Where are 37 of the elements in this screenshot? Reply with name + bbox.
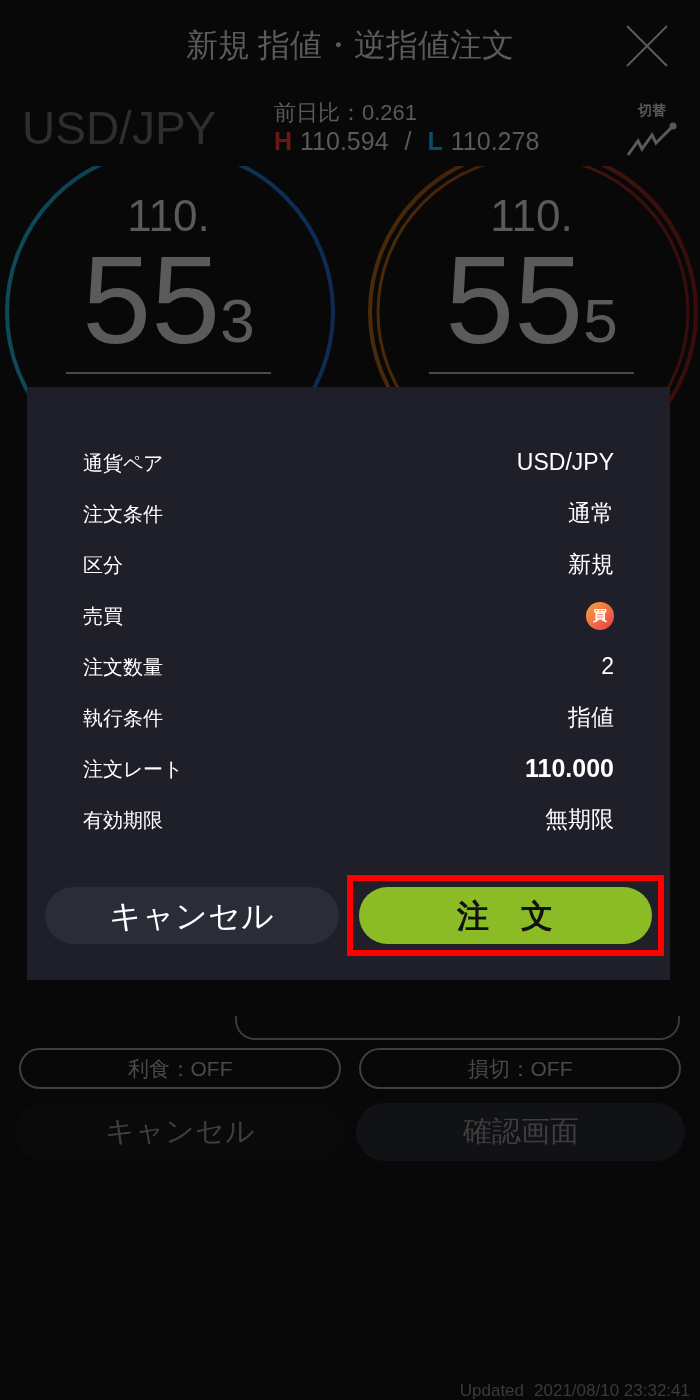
price-last-digit: 5 xyxy=(583,290,618,357)
row-value: 110.000 xyxy=(525,752,614,784)
row-label: 注文レート xyxy=(83,756,183,782)
row-value: 通常 xyxy=(568,499,614,529)
order-button[interactable]: 注 文 xyxy=(358,887,652,944)
page-title: 新規 指値・逆指値注文 xyxy=(185,26,515,65)
close-icon[interactable] xyxy=(626,25,668,67)
price-digits: 55 xyxy=(445,238,584,362)
change-text: 前日比：0.261 xyxy=(274,98,419,127)
input-field[interactable] xyxy=(235,1016,680,1040)
price-last-digit: 3 xyxy=(220,290,255,357)
row-label: 通貨ペア xyxy=(83,450,163,476)
buy-badge: 買 xyxy=(586,601,614,630)
toggle-pill[interactable]: 損切：OFF xyxy=(359,1048,681,1089)
toggle-pill[interactable]: 利食：OFF xyxy=(19,1048,341,1089)
high-mark: H xyxy=(274,126,293,158)
price-digits: 55 xyxy=(82,238,221,362)
row-value: 2 xyxy=(601,652,614,682)
low-mark: L xyxy=(427,126,443,158)
row-value: USD/JPY xyxy=(516,448,614,478)
line-chart-icon xyxy=(626,120,678,157)
row-label: 有効期限 xyxy=(83,807,163,833)
chart-switch-button[interactable]: 切替 xyxy=(626,99,678,157)
cancel-button[interactable]: キャンセル xyxy=(45,887,339,944)
row-label: 区分 xyxy=(83,552,123,578)
row-value: 無期限 xyxy=(545,805,614,835)
row-label: 執行条件 xyxy=(83,705,163,731)
row-label: 注文数量 xyxy=(83,654,163,680)
row-value: 指値 xyxy=(568,703,614,733)
row-label: 注文条件 xyxy=(83,501,163,527)
row-label: 売買 xyxy=(83,603,123,629)
separator: / xyxy=(404,126,412,158)
row-value: 新規 xyxy=(568,550,614,580)
low-price: 110.278 xyxy=(450,126,540,158)
price-head: 110. xyxy=(127,194,210,238)
price-head: 110. xyxy=(490,194,573,238)
high-price: 110.594 xyxy=(300,126,389,158)
